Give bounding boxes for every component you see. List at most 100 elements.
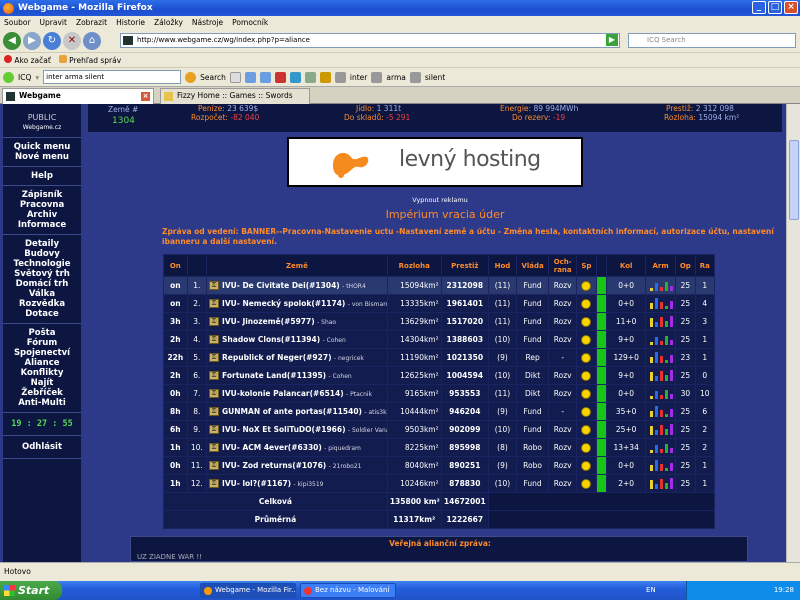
sidebar-konflikty[interactable]: Konflikty (3, 368, 81, 378)
menu-upravit[interactable]: Upravit (40, 18, 67, 27)
start-button[interactable]: Start (0, 581, 62, 600)
table-row[interactable]: 2h 6. ⚿ Fortunate Land(#11395) - Cohen 12625… (163, 366, 716, 385)
icq-search-input[interactable]: inter arma silent (43, 70, 182, 84)
menu-soubor[interactable]: Soubor (4, 18, 31, 27)
tab-webgame[interactable]: Webgame × (2, 88, 154, 104)
table-row[interactable]: 0h 11. ⚿ IVU- Zod returns(#1076) - 21robo21… (163, 456, 716, 475)
sidebar-najit[interactable]: Najít (3, 378, 81, 388)
task-paint[interactable]: Bez názvu - Malování (300, 583, 396, 598)
menu-historie[interactable]: Historie (116, 18, 145, 27)
country-name[interactable]: Fortunate Land(#11395) (222, 371, 326, 380)
country-cell[interactable]: ⚿ GUNMAN of ante portas(#11540) - atis3k (206, 402, 388, 421)
sidebar-forum[interactable]: Fórum (3, 338, 81, 348)
sidebar-dotace[interactable]: Dotace (3, 309, 81, 319)
sidebar-aliance[interactable]: Aliance (3, 358, 81, 368)
reload-icon[interactable]: ↻ (43, 31, 61, 50)
task-firefox[interactable]: Webgame - Mozilla Fir... (200, 583, 296, 598)
icq-chip-silent[interactable]: silent (425, 73, 445, 82)
zoom-out-icon[interactable] (259, 71, 271, 83)
sidebar-help[interactable]: Help (3, 171, 81, 181)
forward-icon[interactable]: ▶ (23, 31, 41, 50)
minimize-button[interactable]: _ (752, 1, 766, 14)
country-cell[interactable]: ⚿ IVU- Jinozemě(#5977) - Shao (206, 312, 388, 331)
table-row[interactable]: 22h 5. ⚿ Republick of Neger(#927) - negrice… (163, 348, 716, 367)
table-row[interactable]: 6h 9. ⚿ IVU- NoX Et SoliTuDO(#1966) - Soldi… (163, 420, 716, 439)
user-icon[interactable] (304, 71, 316, 83)
country-cell[interactable]: ⚿ IVU- NoX Et SoliTuDO(#1966) - Soldier V… (206, 420, 388, 439)
tab-fizzy[interactable]: Fizzy Home :: Games :: Swords And S... (160, 88, 310, 114)
country-cell[interactable]: ⚿ IVU- lol?(#1167) - kipi3519 (206, 474, 388, 493)
scrollbar-thumb[interactable] (789, 140, 799, 220)
close-tab-icon[interactable]: × (141, 92, 150, 101)
country-name[interactable]: IVU- Zod returns(#1076) (222, 461, 326, 470)
country-name[interactable]: Shadow Clons(#11394) (222, 335, 320, 344)
zoom-icon[interactable] (334, 71, 346, 83)
menu-nastroje[interactable]: Nástroje (192, 18, 223, 27)
sidebar-valka[interactable]: Válka (3, 289, 81, 299)
url-input[interactable]: http://www.webgame.cz/wg/index.php?p=ali… (120, 33, 620, 48)
sidebar-posta[interactable]: Pošta (3, 328, 81, 338)
icq-chip-inter[interactable]: inter (350, 73, 367, 82)
zoom-icon[interactable] (409, 71, 421, 83)
country-cell[interactable]: ⚿ IVU- De Civitate Dei(#1304) - tHOR4 (206, 276, 388, 295)
country-cell[interactable]: ⚿ Shadow Clons(#11394) - Cohen (206, 330, 388, 349)
table-row[interactable]: 0h 7. ⚿ IVU-kolonie Palancar(#6514) - Ptacn… (163, 384, 716, 403)
country-name[interactable]: IVU- NoX Et SoliTuDO(#1966) (222, 425, 346, 434)
sidebar-zebricek[interactable]: Žebříček (3, 388, 81, 398)
sidebar-nove-menu[interactable]: Nové menu (3, 152, 81, 162)
go-icon[interactable]: ▶ (606, 34, 618, 46)
table-row[interactable]: 3h 3. ⚿ IVU- Jinozemě(#5977) - Shao 13629km²… (163, 312, 716, 331)
menu-zalozky[interactable]: Záložky (154, 18, 183, 27)
search-options-icon[interactable] (229, 71, 241, 83)
zoom-icon[interactable] (371, 71, 383, 83)
table-row[interactable]: 2h 4. ⚿ Shadow Clons(#11394) - Cohen 14304km… (163, 330, 716, 349)
back-icon[interactable]: ◀ (3, 31, 21, 50)
sidebar-spojenectvi[interactable]: Spojenectví (3, 348, 81, 358)
sidebar-budovy[interactable]: Budovy (3, 249, 81, 259)
icq-chip-arma[interactable]: arma (386, 73, 405, 82)
logout-link[interactable]: Odhlásit (3, 442, 81, 452)
page-scrollbar[interactable] (786, 104, 800, 562)
table-row[interactable]: on 1. ⚿ IVU- De Civitate Dei(#1304) - tHOR4… (163, 276, 716, 295)
icq-search-button[interactable]: Search (200, 73, 226, 82)
sidebar-pracovna[interactable]: Pracovna (3, 200, 81, 210)
country-name[interactable]: Republick of Neger(#927) (222, 353, 331, 362)
country-cell[interactable]: ⚿ IVU- ACM 4ever(#6330) - piquedram (206, 438, 388, 457)
sidebar-detaily[interactable]: Detaily (3, 239, 81, 249)
highlight-icon[interactable] (274, 71, 286, 83)
sidebar-svetovy-trh[interactable]: Světový trh (3, 269, 81, 279)
country-name[interactable]: IVU- De Civitate Dei(#1304) (222, 281, 340, 290)
stop-icon[interactable]: ✕ (63, 31, 81, 50)
zoom-in-icon[interactable] (244, 71, 256, 83)
sidebar-rozvedka[interactable]: Rozvědka (3, 299, 81, 309)
country-name[interactable]: IVU- Jinozemě(#5977) (222, 317, 315, 326)
sidebar-archiv[interactable]: Archiv (3, 210, 81, 220)
country-cell[interactable]: ⚿ IVU- Zod returns(#1076) - 21robo21 (206, 456, 388, 475)
sidebar-technologie[interactable]: Technologie (3, 259, 81, 269)
country-cell[interactable]: ⚿ IVU-kolonie Palancar(#6514) - Ptacnik (206, 384, 388, 403)
maximize-button[interactable]: □ (768, 1, 782, 14)
sidebar-domaci-trh[interactable]: Domácí trh (3, 279, 81, 289)
country-cell[interactable]: ⚿ Republick of Neger(#927) - negricek (206, 348, 388, 367)
disable-ads-link[interactable]: Vypnout reklamu (380, 196, 500, 204)
country-name[interactable]: IVU-kolonie Palancar(#6514) (222, 389, 344, 398)
table-row[interactable]: on 2. ⚿ IVU- Nemecký spolok(#1174) - von Bi… (163, 294, 716, 313)
table-row[interactable]: 1h 10. ⚿ IVU- ACM 4ever(#6330) - piquedram 8… (163, 438, 716, 457)
country-cell[interactable]: ⚿ Fortunate Land(#11395) - Cohen (206, 366, 388, 385)
pencil-icon[interactable] (319, 71, 331, 83)
table-row[interactable]: 1h 12. ⚿ IVU- lol?(#1167) - kipi3519 10246km… (163, 474, 716, 493)
menu-pomocnik[interactable]: Pomocník (232, 18, 268, 27)
find-icon[interactable] (289, 71, 301, 83)
bookmark-prehlad-sprav[interactable]: Prehľad správ (58, 55, 121, 65)
sidebar-anti-multi[interactable]: Anti-Multi (3, 398, 81, 408)
menu-zobrazit[interactable]: Zobrazit (76, 18, 107, 27)
table-row[interactable]: 8h 8. ⚿ GUNMAN of ante portas(#11540) - ati… (163, 402, 716, 421)
country-cell[interactable]: ⚿ IVU- Nemecký spolok(#1174) - von Bismar… (206, 294, 388, 313)
country-name[interactable]: IVU- Nemecký spolok(#1174) (222, 299, 345, 308)
sidebar-informace[interactable]: Informace (3, 220, 81, 230)
close-button[interactable]: × (784, 1, 798, 14)
country-name[interactable]: GUNMAN of ante portas(#11540) (222, 407, 362, 416)
home-icon[interactable]: ⌂ (83, 31, 101, 50)
country-name[interactable]: IVU- ACM 4ever(#6330) (222, 443, 322, 452)
country-name[interactable]: IVU- lol?(#1167) (222, 479, 291, 488)
